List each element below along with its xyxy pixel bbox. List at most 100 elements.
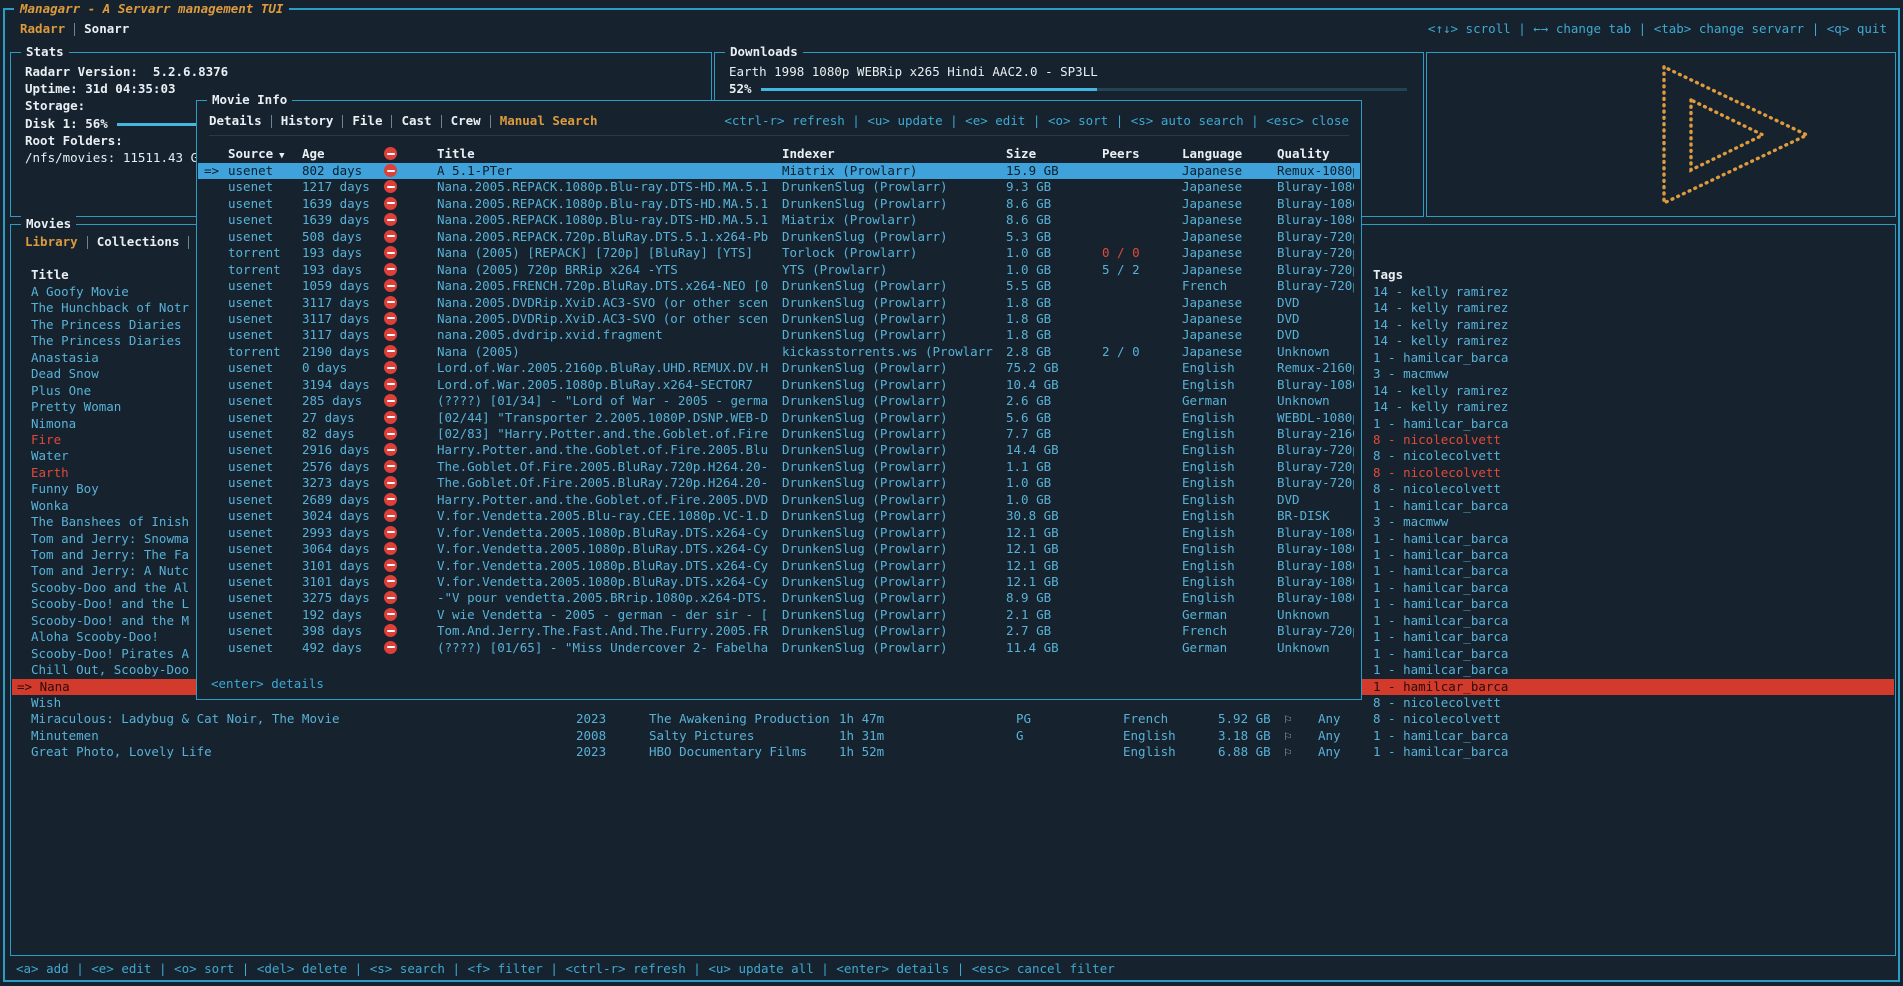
release-rejected (384, 278, 437, 294)
release-row[interactable]: usenet 0 days Lord.of.War.2005.2160p.Blu… (198, 360, 1360, 376)
release-row[interactable]: usenet 3194 days Lord.of.War.2005.1080p.… (198, 377, 1360, 393)
release-title: Harry.Potter.and.the.Goblet.of.Fire.2005… (437, 492, 782, 508)
col-peers[interactable]: Peers (1102, 146, 1182, 162)
release-source: usenet (228, 623, 302, 639)
release-row[interactable]: usenet 3273 days The.Goblet.Of.Fire.2005… (198, 475, 1360, 491)
release-age: 2190 days (302, 344, 384, 360)
release-row[interactable]: usenet 1639 days Nana.2005.REPACK.1080p.… (198, 196, 1360, 212)
release-source: usenet (228, 492, 302, 508)
release-quality: Bluray-1080p (1277, 541, 1354, 557)
release-row[interactable]: usenet 3117 days nana.2005.dvdrip.xvid.f… (198, 327, 1360, 343)
tab-history[interactable]: History (281, 113, 334, 129)
release-row[interactable]: usenet 1639 days Nana.2005.REPACK.1080p.… (198, 212, 1360, 228)
release-row[interactable]: usenet 3117 days Nana.2005.DVDRip.XviD.A… (198, 311, 1360, 327)
release-indexer: DrunkenSlug (Prowlarr) (782, 229, 1006, 245)
release-row[interactable]: usenet 2689 days Harry.Potter.and.the.Go… (198, 492, 1360, 508)
release-row[interactable]: usenet 492 days (????) [01/65] - "Miss U… (198, 640, 1360, 656)
release-row[interactable]: usenet 2916 days Harry.Potter.and.the.Go… (198, 442, 1360, 458)
release-row[interactable]: usenet 3064 days V.for.Vendetta.2005.108… (198, 541, 1360, 557)
movie-studio: Salty Pictures (649, 728, 839, 744)
release-rejected (384, 344, 437, 360)
tab-file[interactable]: File (352, 113, 382, 129)
tab-crew[interactable]: Crew (451, 113, 481, 129)
col-source[interactable]: Source▼ (228, 146, 302, 162)
release-age: 3117 days (302, 295, 384, 311)
movie-tag: 1 - hamilcar_barca (1373, 563, 1894, 579)
selection-arrow (204, 442, 228, 458)
col-language[interactable]: Language (1182, 146, 1277, 162)
release-row[interactable]: usenet 3275 days -"V pour vendetta.2005.… (198, 590, 1360, 606)
movie-row[interactable]: Miraculous: Ladybug & Cat Noir, The Movi… (12, 711, 1894, 727)
release-row[interactable]: usenet 398 days Tom.And.Jerry.The.Fast.A… (198, 623, 1360, 639)
release-row[interactable]: torrent 193 days Nana (2005) 720p BRRip … (198, 262, 1360, 278)
release-peers (1102, 278, 1182, 294)
release-row[interactable]: usenet 82 days [02/83] "Harry.Potter.and… (198, 426, 1360, 442)
release-row[interactable]: torrent 2190 days Nana (2005) kickasstor… (198, 344, 1360, 360)
movie-tag: 14 - kelly ramirez (1373, 383, 1894, 399)
movie-rating: PG (1016, 711, 1123, 727)
tab-collections[interactable]: Collections (97, 234, 180, 250)
release-indexer: DrunkenSlug (Prowlarr) (782, 574, 1006, 590)
release-age: 193 days (302, 262, 384, 278)
release-row[interactable]: usenet 1217 days Nana.2005.REPACK.1080p.… (198, 179, 1360, 195)
release-row[interactable]: usenet 3117 days Nana.2005.DVDRip.XviD.A… (198, 295, 1360, 311)
movie-row[interactable]: Minutemen 2008 Salty Pictures 1h 31m G E… (12, 728, 1894, 744)
tab-separator (490, 115, 491, 128)
tab-library[interactable]: Library (25, 234, 78, 250)
release-row[interactable]: usenet 285 days (????) [01/34] - "Lord o… (198, 393, 1360, 409)
tab-separator (271, 115, 272, 128)
movie-rating: G (1016, 728, 1123, 744)
movie-tag: 1 - hamilcar_barca (1373, 679, 1894, 695)
release-title: Nana.2005.REPACK.720p.BluRay.DTS.5.1.x26… (437, 229, 782, 245)
release-peers (1102, 196, 1182, 212)
release-quality: Bluray-1080p (1277, 212, 1354, 228)
release-row[interactable]: usenet 192 days V wie Vendetta - 2005 - … (198, 607, 1360, 623)
release-row[interactable]: usenet 3024 days V.for.Vendetta.2005.Blu… (198, 508, 1360, 524)
tab-cast[interactable]: Cast (401, 113, 431, 129)
tab-manual-search[interactable]: Manual Search (500, 113, 598, 129)
release-row[interactable]: usenet 1059 days Nana.2005.FRENCH.720p.B… (198, 278, 1360, 294)
release-row[interactable]: usenet 508 days Nana.2005.REPACK.720p.Bl… (198, 229, 1360, 245)
movie-row[interactable]: Great Photo, Lovely Life 2023 HBO Docume… (12, 744, 1894, 760)
top-help: <↑↓> scroll | ←→ change tab | <tab> chan… (1428, 21, 1887, 37)
release-indexer: DrunkenSlug (Prowlarr) (782, 360, 1006, 376)
release-row[interactable]: usenet 2576 days The.Goblet.Of.Fire.2005… (198, 459, 1360, 475)
release-language: Japanese (1182, 163, 1277, 179)
release-quality: Remux-1080p (1277, 163, 1354, 179)
tab-sonarr[interactable]: Sonarr (84, 21, 129, 37)
no-entry-icon (384, 164, 397, 177)
tab-details[interactable]: Details (209, 113, 262, 129)
col-release-title[interactable]: Title (437, 146, 782, 162)
no-entry-icon (384, 608, 397, 621)
col-size[interactable]: Size (1006, 146, 1102, 162)
release-size: 15.9 GB (1006, 163, 1102, 179)
tab-radarr[interactable]: Radarr (20, 21, 65, 37)
release-row[interactable]: usenet 27 days [02/44] "Transporter 2.20… (198, 410, 1360, 426)
release-row[interactable]: torrent 193 days Nana (2005) [REPACK] [7… (198, 245, 1360, 261)
release-title: Nana.2005.DVDRip.XviD.AC3-SVO (or other … (437, 311, 782, 327)
movie-tag: 8 - nicolecolvett (1373, 465, 1894, 481)
release-rejected (384, 590, 437, 606)
col-quality[interactable]: Quality (1277, 146, 1354, 162)
release-row[interactable]: usenet 3101 days V.for.Vendetta.2005.108… (198, 574, 1360, 590)
col-age[interactable]: Age (302, 146, 384, 162)
release-row[interactable]: => usenet 802 days A 5.1-PTer Miatrix (P… (198, 163, 1360, 179)
tab-separator (74, 23, 75, 36)
no-entry-icon (384, 246, 397, 259)
release-row[interactable]: usenet 3101 days V.for.Vendetta.2005.108… (198, 558, 1360, 574)
col-indexer[interactable]: Indexer (782, 146, 1006, 162)
release-title: V wie Vendetta - 2005 - german - der sir… (437, 607, 782, 623)
disk-usage-label: Disk 1: 56% (25, 115, 108, 132)
no-entry-icon (384, 542, 397, 555)
no-entry-icon (384, 526, 397, 539)
selection-arrow (204, 508, 228, 524)
no-entry-icon (384, 279, 397, 292)
release-source: torrent (228, 344, 302, 360)
release-age: 508 days (302, 229, 384, 245)
col-rejected[interactable] (384, 146, 437, 162)
release-title: Nana.2005.DVDRip.XviD.AC3-SVO (or other … (437, 295, 782, 311)
radarr-version: Radarr Version: 5.2.6.8376 (25, 63, 228, 80)
selection-arrow (204, 623, 228, 639)
selection-arrow (204, 426, 228, 442)
release-row[interactable]: usenet 2993 days V.for.Vendetta.2005.108… (198, 525, 1360, 541)
